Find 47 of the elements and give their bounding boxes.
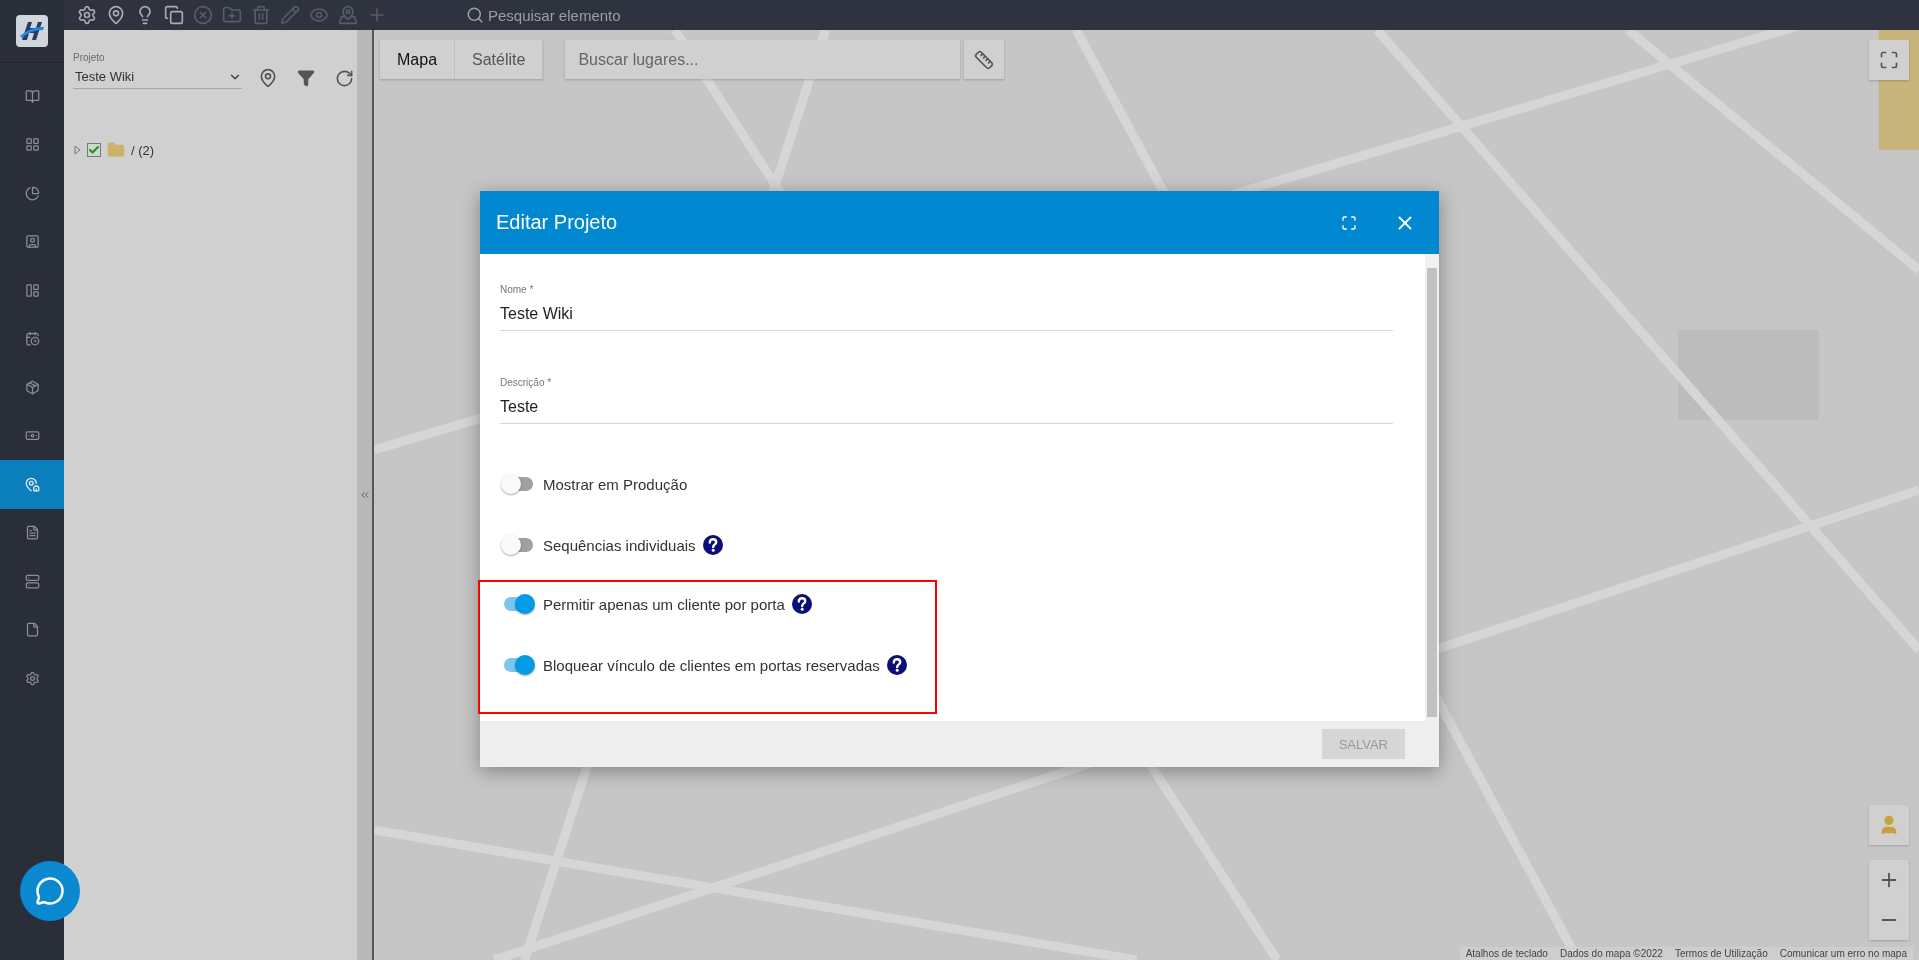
logo-icon[interactable] [16, 15, 48, 47]
map-pin-icon [24, 476, 40, 492]
contact-card-icon [24, 234, 40, 250]
server-icon [24, 573, 40, 589]
tree-label[interactable]: / (2) [131, 142, 155, 158]
field-label: Projeto [73, 52, 106, 63]
map-footer-link[interactable]: Termos de Utilização [1674, 948, 1768, 959]
map-footer-link[interactable]: Atalhos de teclado [1465, 948, 1548, 959]
toggle-label: Bloquear vínculo de clientes em portas reservadas [543, 656, 880, 674]
text-field[interactable]: Teste [500, 398, 1393, 416]
text-field[interactable]: Teste Wiki [500, 305, 1393, 323]
field-label: Descrição * [500, 377, 553, 388]
expand-icon[interactable] [73, 146, 81, 154]
map-type-tab[interactable]: Mapa [380, 40, 456, 79]
chat-icon [35, 876, 65, 906]
toggle-label: Sequências individuais [543, 536, 696, 554]
map-footer-link[interactable]: Dados do mapa ©2022 [1559, 948, 1663, 959]
help-icon[interactable] [791, 594, 812, 614]
ruler-icon[interactable] [964, 40, 1005, 79]
map-type-tab[interactable]: Satélite [455, 40, 544, 79]
scrollbar[interactable] [1425, 254, 1439, 721]
search-field[interactable]: Pesquisar elemento [488, 6, 748, 24]
book-icon [24, 88, 40, 104]
toggle-label: Mostrar em Produção [543, 475, 688, 493]
field-label: Nome * [500, 284, 535, 295]
box-icon [24, 379, 40, 395]
calendar-icon [24, 331, 40, 347]
settings-icon [24, 670, 40, 686]
grid-icon [24, 137, 40, 153]
file-icon [24, 622, 40, 638]
pie-chart-icon [24, 185, 40, 201]
list-icon [24, 525, 40, 541]
help-icon[interactable] [886, 655, 907, 675]
checkbox[interactable] [87, 143, 101, 157]
project-select[interactable]: Teste Wiki [73, 67, 242, 89]
sidebar-item[interactable] [0, 460, 64, 509]
dialog-title: Editar Projeto [496, 211, 619, 234]
help-icon[interactable] [702, 535, 723, 555]
collapse-handle[interactable] [357, 30, 374, 960]
search-icon [466, 6, 484, 24]
board-icon [24, 282, 40, 298]
folder-icon [107, 141, 125, 159]
person-icon[interactable] [1869, 805, 1909, 845]
map-footer-link[interactable]: Comunicar um erro no mapa [1779, 948, 1907, 959]
place-search-field[interactable]: Buscar lugares... [565, 40, 961, 79]
toggle-label: Permitir apenas um cliente por porta [543, 595, 785, 613]
fullscreen-icon[interactable] [1869, 40, 1909, 80]
